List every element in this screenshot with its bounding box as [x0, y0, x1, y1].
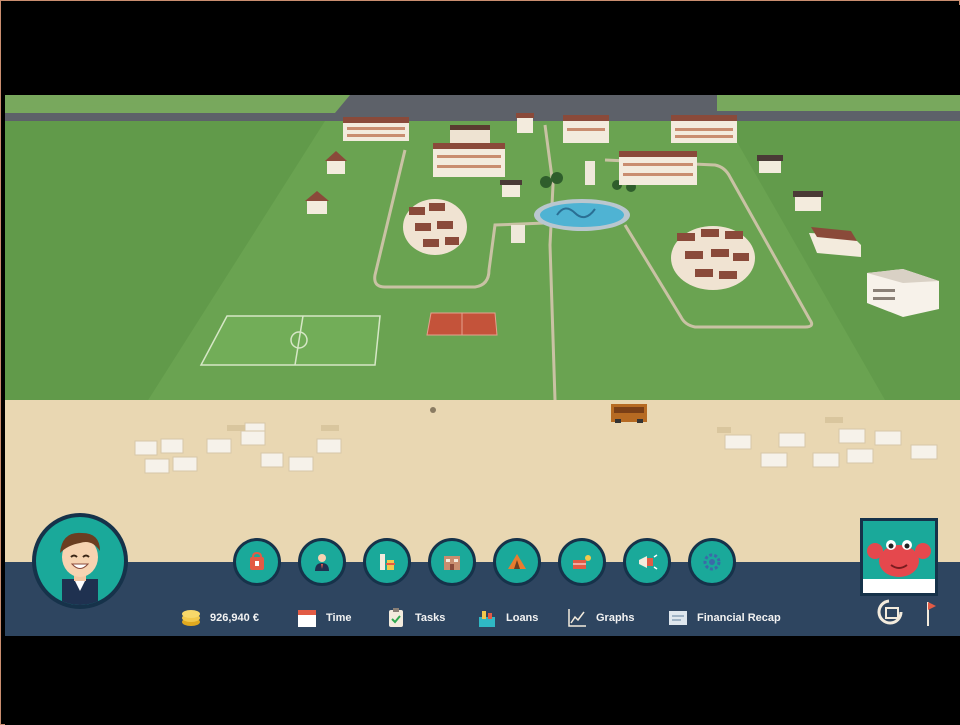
apartment-block — [619, 151, 697, 185]
shop-button[interactable] — [233, 538, 281, 586]
statue — [511, 225, 525, 243]
game-world-view[interactable] — [5, 95, 960, 636]
player-avatar[interactable] — [32, 513, 128, 609]
coins-icon — [182, 610, 200, 626]
accommodation-icon — [444, 556, 460, 570]
apartment-block — [671, 115, 737, 143]
calendar-icon — [298, 610, 316, 627]
bank-icon — [479, 611, 495, 627]
marketing-button[interactable] — [623, 538, 671, 586]
sports-button[interactable] — [558, 538, 606, 586]
crab-mascot-icon — [863, 540, 935, 593]
time-label: Time — [326, 612, 352, 624]
build-icon — [380, 554, 395, 570]
marketing-icon — [639, 554, 658, 570]
bungalow-cluster — [671, 226, 755, 290]
financial-recap-button[interactable]: Financial Recap — [667, 605, 781, 631]
loans-label: Loans — [506, 612, 539, 624]
statue — [585, 161, 595, 185]
apartment-block — [343, 117, 409, 141]
money-value: 926,940 € — [210, 612, 259, 624]
manager-avatar-icon — [60, 532, 100, 605]
graphs-label: Graphs — [596, 612, 635, 624]
time-button[interactable]: Time — [296, 605, 351, 631]
swimming-pool[interactable] — [534, 199, 630, 231]
shop-icon — [250, 551, 264, 570]
graphs-button[interactable]: Graphs — [566, 605, 635, 631]
cottage — [757, 155, 783, 173]
clipboard-icon — [389, 608, 403, 627]
camping-button[interactable] — [493, 538, 541, 586]
build-button[interactable] — [363, 538, 411, 586]
letterbox-bottom — [5, 636, 960, 725]
settings-button[interactable] — [688, 538, 736, 586]
rotate-camera-icon[interactable] — [875, 598, 905, 626]
camping-icon — [508, 554, 526, 569]
sports-icon — [573, 555, 591, 569]
money-display: 926,940 € — [180, 605, 259, 631]
apartment-block — [563, 115, 609, 143]
loans-button[interactable]: Loans — [476, 605, 538, 631]
tasks-button[interactable]: Tasks — [385, 605, 445, 631]
tennis-court[interactable] — [426, 312, 498, 336]
tasks-label: Tasks — [415, 612, 446, 624]
cottage — [793, 191, 823, 211]
cottage — [516, 113, 534, 133]
cottage — [500, 180, 522, 197]
food-truck[interactable] — [611, 404, 647, 423]
map-cursor — [430, 407, 436, 413]
rival-portrait[interactable] — [860, 518, 938, 596]
staff-button[interactable] — [298, 538, 346, 586]
flag-icon[interactable] — [918, 598, 938, 628]
soccer-field[interactable] — [199, 315, 381, 366]
settings-icon — [703, 553, 721, 571]
report-icon — [669, 611, 687, 625]
bungalow-cluster — [403, 199, 467, 255]
line-graph-icon — [568, 609, 586, 627]
letterbox-top — [5, 5, 960, 95]
accommodation-button[interactable] — [428, 538, 476, 586]
staff-icon — [315, 554, 329, 571]
financial-recap-label: Financial Recap — [697, 612, 781, 624]
